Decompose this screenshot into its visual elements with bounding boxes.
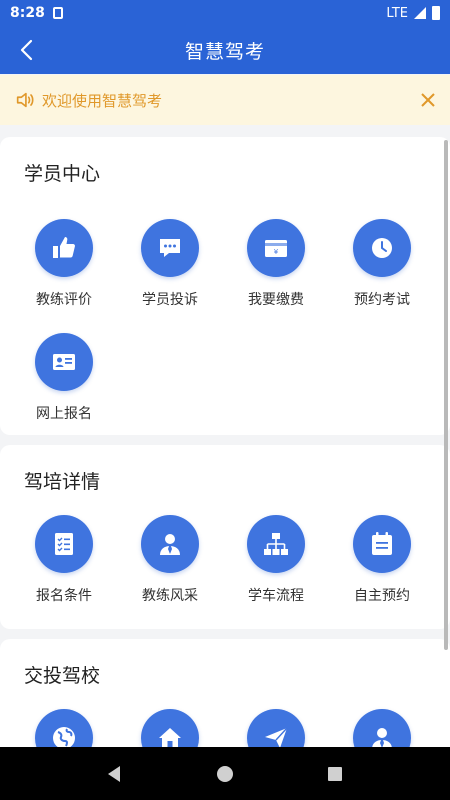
- grid-item-label: 自主预约: [354, 588, 410, 604]
- system-nav-bar: [0, 747, 450, 800]
- section-student-center: 学员中心 教练评价 学员投诉 ¥ 我要缴费 预约考试 网上报名: [0, 137, 450, 435]
- thumbs-up-icon: [53, 237, 75, 258]
- grid-item-home[interactable]: [117, 709, 223, 747]
- person-icon: [372, 728, 392, 747]
- checklist-icon: [55, 533, 73, 555]
- grid-item-person[interactable]: [329, 709, 435, 747]
- grid-item-label: 学车流程: [248, 588, 304, 604]
- grid-item-label: 预约考试: [354, 292, 410, 308]
- grid-item-send[interactable]: [223, 709, 329, 747]
- grid-item-label: 网上报名: [36, 406, 92, 422]
- speaker-icon: [16, 92, 34, 108]
- grid-item-coach-review[interactable]: 教练评价: [11, 219, 117, 309]
- status-time: 8:28: [10, 5, 45, 21]
- grid-item-globe[interactable]: [11, 709, 117, 747]
- globe-icon: [53, 727, 75, 747]
- home-icon: [159, 728, 181, 747]
- battery-icon: [432, 6, 440, 20]
- close-icon[interactable]: [420, 92, 436, 108]
- svg-text:¥: ¥: [274, 248, 279, 256]
- back-arrow-icon[interactable]: [14, 36, 42, 64]
- section-title: 交投驾校: [24, 665, 101, 687]
- grid-item-self-booking[interactable]: 自主预约: [329, 515, 435, 605]
- grid-item-payment[interactable]: ¥ 我要缴费: [223, 219, 329, 309]
- section-title: 驾培详情: [24, 471, 101, 493]
- grid-item-online-registration[interactable]: 网上报名: [11, 333, 117, 423]
- paper-plane-icon: [265, 727, 288, 747]
- nav-back-icon[interactable]: [103, 762, 127, 786]
- person-tie-icon: [160, 534, 180, 555]
- grid-item-learning-process[interactable]: 学车流程: [223, 515, 329, 605]
- signal-icon: [414, 7, 426, 19]
- section-training-details: 驾培详情 报名条件 教练风采 学车流程 自主预约: [0, 445, 450, 629]
- chat-bubble-icon: [160, 239, 180, 257]
- status-bar: 8:28 LTE: [0, 0, 450, 26]
- flowchart-icon: [264, 533, 288, 555]
- page-title: 智慧驾考: [184, 40, 265, 63]
- network-type: LTE: [386, 5, 408, 21]
- grid-item-label: 教练风采: [142, 588, 198, 604]
- notice-bar: 欢迎使用智慧驾考: [0, 75, 450, 125]
- nav-home-icon[interactable]: [213, 762, 237, 786]
- payment-card-icon: ¥: [265, 240, 287, 257]
- grid-item-coach-profiles[interactable]: 教练风采: [117, 515, 223, 605]
- grid-item-label: 我要缴费: [248, 292, 304, 308]
- sim-card-icon: [52, 7, 63, 19]
- clock-icon: [372, 238, 392, 258]
- nav-recents-icon[interactable]: [323, 762, 347, 786]
- id-card-icon: [53, 354, 75, 370]
- grid-item-enroll-conditions[interactable]: 报名条件: [11, 515, 117, 605]
- app-header: 智慧驾考: [0, 26, 450, 74]
- scrollbar[interactable]: [444, 140, 448, 650]
- content-scroll[interactable]: 学员中心 教练评价 学员投诉 ¥ 我要缴费 预约考试 网上报名 驾培详情 报名条…: [0, 125, 450, 747]
- section-jiaotou-school: 交投驾校: [0, 639, 450, 747]
- grid-item-label: 报名条件: [36, 588, 92, 604]
- grid-item-label: 教练评价: [36, 292, 92, 308]
- notice-text: 欢迎使用智慧驾考: [42, 91, 163, 110]
- status-right: LTE: [386, 6, 440, 21]
- grid-item-book-exam[interactable]: 预约考试: [329, 219, 435, 309]
- grid-item-student-complaint[interactable]: 学员投诉: [117, 219, 223, 309]
- grid-item-label: 学员投诉: [142, 292, 198, 308]
- section-title: 学员中心: [24, 163, 101, 185]
- calendar-note-icon: [372, 532, 392, 555]
